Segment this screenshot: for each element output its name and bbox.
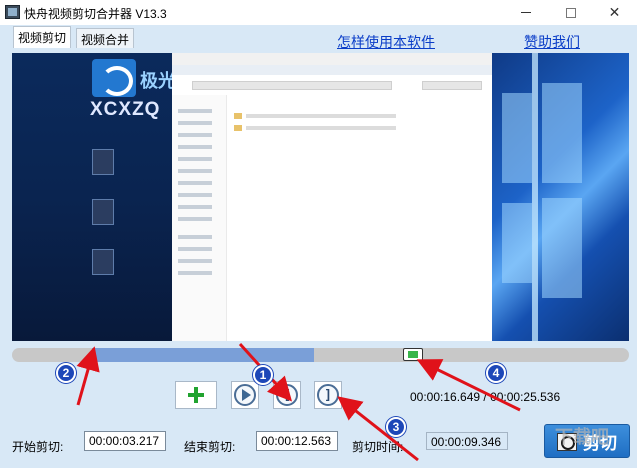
timeline-slider[interactable]	[12, 348, 629, 362]
video-desktop-left	[12, 53, 172, 341]
play-button[interactable]	[231, 381, 259, 409]
end-cut-label: 结束剪切:	[184, 440, 236, 454]
end-cut-field[interactable]	[256, 431, 338, 451]
tab-label: 视频剪切	[18, 31, 67, 45]
selection-range[interactable]	[92, 348, 314, 362]
add-segment-button[interactable]	[175, 381, 217, 409]
play-icon	[234, 384, 256, 406]
mark-end-button[interactable]: ]	[314, 381, 342, 409]
cut-button-label: 剪切	[583, 433, 617, 453]
minimize-button[interactable]	[503, 0, 548, 25]
how-to-link[interactable]: 怎样使用本软件	[337, 32, 435, 52]
video-site-text: XCXZQ	[90, 99, 161, 120]
title-bar: 快舟视频剪切合并器 V13.3 ✕	[0, 0, 637, 25]
video-preview[interactable]: 极光 XCXZQ	[12, 53, 629, 341]
close-button[interactable]: ✕	[592, 0, 637, 25]
start-cut-label: 开始剪切:	[12, 440, 64, 454]
folder-icon	[234, 125, 242, 131]
tab-video-merge[interactable]: 视频合并	[76, 28, 135, 48]
cut-button[interactable]: 剪切	[544, 424, 630, 458]
maximize-icon	[565, 7, 576, 18]
desktop-app-icon	[92, 199, 114, 225]
maximize-button[interactable]	[548, 0, 593, 25]
playhead-handle[interactable]	[403, 348, 423, 361]
cut-duration-label: 剪切时间:	[352, 440, 404, 454]
plus-icon	[188, 387, 204, 403]
tab-label: 视频合并	[81, 33, 130, 47]
app-icon	[5, 5, 20, 19]
start-cut-field[interactable]	[84, 431, 166, 451]
window-title: 快舟视频剪切合并器 V13.3	[24, 7, 167, 21]
mark-start-icon: [	[276, 384, 298, 406]
desktop-app-icon	[92, 249, 114, 275]
cut-duration-value: 00:00:09.346	[426, 432, 508, 450]
close-icon: ✕	[608, 4, 621, 20]
mark-start-button[interactable]: [	[273, 381, 301, 409]
scissors-icon	[557, 431, 577, 451]
time-readout: 00:00:16.649 / 00:00:25.536	[410, 390, 561, 404]
minimize-icon	[520, 12, 531, 13]
logo-icon	[92, 59, 136, 97]
folder-icon	[234, 113, 242, 119]
donate-link[interactable]: 赞助我们	[524, 32, 580, 52]
video-logo-text: 极光	[140, 71, 176, 91]
desktop-app-icon	[92, 149, 114, 175]
tab-video-cut[interactable]: 视频剪切	[13, 26, 72, 48]
mark-end-icon: ]	[317, 384, 339, 406]
main-panel: 视频剪切 视频合并 怎样使用本软件 赞助我们 极光 XCXZQ [] 00:0…	[0, 25, 637, 468]
video-explorer-window	[172, 53, 492, 341]
